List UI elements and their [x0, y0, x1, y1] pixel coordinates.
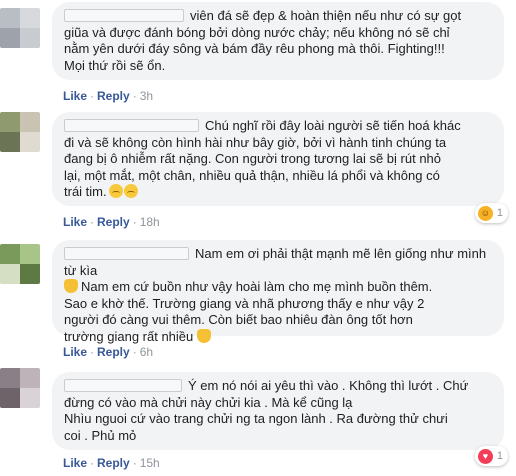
- redacted-author-name[interactable]: [64, 247, 189, 260]
- reply-button[interactable]: Reply: [97, 89, 130, 103]
- comment-line: Ý em nó nói ai yêu thì vào . Không thì l…: [64, 378, 492, 395]
- avatar-tile: [20, 264, 40, 284]
- comment-line: Chú nghĩ rồi đây loài người sẽ tiến hoá …: [64, 118, 492, 135]
- comment-actions: Like · Reply · 6h: [63, 345, 153, 359]
- timestamp[interactable]: 6h: [140, 345, 153, 359]
- redacted-author-name[interactable]: [64, 379, 182, 392]
- like-button[interactable]: Like: [63, 89, 87, 103]
- comment-actions: Like · Reply · 15h: [63, 456, 160, 470]
- comment-line: đừng có vào mà chửi này chửi kia . Mà kể…: [64, 394, 353, 410]
- avatar-tile: [0, 8, 20, 28]
- comment-line: Sao e khờ thế. Trường giang và nhã phươn…: [64, 295, 425, 311]
- comment-line: nằm yên dưới đáy sông và bám đầy rêu pho…: [64, 41, 445, 56]
- reaction-summary[interactable]: ♥ 1: [474, 446, 508, 466]
- avatar[interactable]: [0, 112, 40, 152]
- comment-line: giũa và được đánh bóng bởi dòng nước chả…: [64, 24, 450, 40]
- avatar[interactable]: [0, 368, 40, 408]
- reply-button[interactable]: Reply: [97, 215, 130, 229]
- avatar[interactable]: [0, 244, 40, 284]
- avatar-tile: [20, 388, 40, 408]
- timestamp[interactable]: 15h: [140, 456, 160, 470]
- redacted-author-name[interactable]: [64, 119, 199, 132]
- timestamp[interactable]: 3h: [140, 89, 153, 103]
- comment-actions: Like · Reply · 18h: [63, 215, 160, 229]
- comment-line: Nam em cứ buồn như vậy hoài làm cho mẹ m…: [64, 279, 492, 296]
- comment-line: đang bị ô nhiễm rất nặng. Con người tron…: [64, 151, 442, 166]
- comment-actions: Like · Reply · 3h: [63, 89, 153, 103]
- hand-emoji-icon: [197, 328, 212, 343]
- avatar-tile: [20, 368, 40, 388]
- separator: ·: [132, 215, 137, 229]
- avatar-tile: [20, 8, 40, 28]
- like-button[interactable]: Like: [63, 456, 87, 470]
- avatar-tile: [20, 112, 40, 132]
- worried-face-emoji-icon: [108, 184, 123, 198]
- hand-emoji-icon: [64, 279, 78, 293]
- avatar-tile: [0, 388, 20, 408]
- comment-bubble: viên đá sẽ đẹp & hoàn thiện nếu như có s…: [52, 2, 504, 80]
- comment-bubble: Nam em ơi phải thật mạnh mẽ lên giống nh…: [52, 240, 504, 344]
- reply-button[interactable]: Reply: [97, 456, 130, 470]
- comment-line: viên đá sẽ đẹp & hoàn thiện nếu như có s…: [64, 8, 492, 25]
- reply-button[interactable]: Reply: [97, 345, 130, 359]
- avatar-tile: [20, 244, 40, 264]
- reaction-count: 1: [496, 450, 503, 462]
- separator: ·: [90, 215, 95, 229]
- comment-line: trái tim.: [64, 184, 492, 201]
- comment-line: Nhìu nguoi cứ vào trang chửi ng ta ngon …: [64, 411, 448, 426]
- worried-face-emoji-icon: [123, 184, 138, 198]
- comment-line: trường giang rất nhiều: [64, 328, 492, 346]
- avatar[interactable]: [0, 8, 40, 48]
- avatar-tile: [0, 264, 20, 284]
- avatar-tile: [0, 28, 20, 48]
- love-icon: ♥: [477, 448, 493, 464]
- avatar-tile: [0, 112, 20, 132]
- like-button[interactable]: Like: [63, 215, 87, 229]
- comment-bubble: Chú nghĩ rồi đây loài người sẽ tiến hoá …: [52, 112, 504, 206]
- reaction-summary[interactable]: ☺ 1: [474, 203, 508, 223]
- separator: ·: [132, 89, 137, 103]
- avatar-tile: [0, 244, 20, 264]
- comment-line: người đó càng vui thêm. Còn biết bao nhi…: [64, 312, 413, 327]
- comment-bubble: Ý em nó nói ai yêu thì vào . Không thì l…: [52, 372, 504, 450]
- comment-line: đi và sẽ không còn hình hài như bây giờ,…: [64, 134, 447, 150]
- timestamp[interactable]: 18h: [140, 215, 160, 229]
- separator: ·: [90, 456, 95, 470]
- comment-line: lại, một mắt, một chân, nhiều quả thận, …: [64, 167, 440, 183]
- redacted-author-name[interactable]: [64, 9, 184, 22]
- separator: ·: [90, 345, 95, 359]
- comment-line: Nam em ơi phải thật mạnh mẽ lên giống nh…: [64, 246, 487, 278]
- avatar-tile: [0, 368, 20, 388]
- avatar-tile: [20, 132, 40, 152]
- separator: ·: [132, 456, 137, 470]
- avatar-tile: [0, 132, 20, 152]
- like-button[interactable]: Like: [63, 345, 87, 359]
- separator: ·: [90, 89, 95, 103]
- comment-line: coi . Phủ mỏ: [64, 427, 137, 443]
- reaction-count: 1: [496, 207, 503, 219]
- avatar-tile: [20, 28, 40, 48]
- separator: ·: [132, 345, 137, 359]
- comment-line: Mọi thứ rồi sẽ ổn.: [64, 57, 166, 73]
- haha-icon: ☺: [477, 205, 493, 221]
